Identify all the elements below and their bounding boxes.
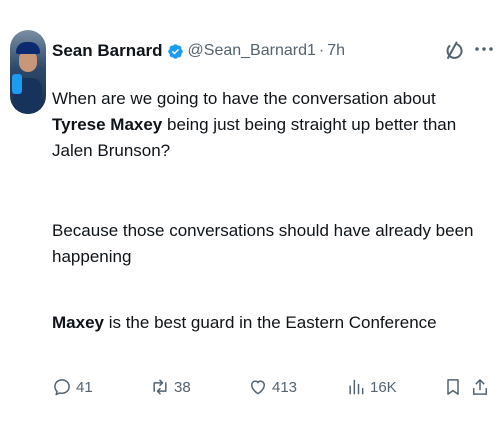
separator-dot: · [318, 42, 325, 59]
retweet-count: 38 [174, 378, 191, 396]
para1-text-start: When are we going to have the conversati… [52, 89, 436, 108]
tweet-paragraph-3: Maxey is the best guard in the Eastern C… [52, 310, 492, 336]
more-icon[interactable] [474, 44, 494, 54]
avatar-mic [12, 74, 22, 94]
heart-icon [251, 380, 265, 395]
mention-maxey: Maxey [52, 313, 104, 332]
views-button[interactable]: 16K [346, 372, 397, 402]
reply-button[interactable]: 41 [52, 372, 93, 402]
retweet-icon [153, 379, 167, 395]
tweet-paragraph-2: Because those conversations should have … [52, 221, 474, 266]
reply-icon [54, 379, 70, 396]
avatar[interactable] [10, 30, 46, 114]
action-bar: 41 38 413 16K [0, 372, 500, 402]
reply-count: 41 [76, 378, 93, 396]
avatar-cap [16, 42, 40, 54]
tweet-time[interactable]: 7h [327, 42, 345, 60]
author-name[interactable]: Sean Barnard [52, 41, 163, 61]
views-icon [349, 379, 364, 395]
tweet-card: Sean Barnard @Sean_Barnard1 · 7h When ar… [0, 0, 500, 440]
mention-tyrese-maxey: Tyrese Maxey [52, 115, 163, 134]
bookmark-button[interactable] [443, 372, 463, 402]
grok-icon[interactable] [442, 38, 466, 62]
like-count: 413 [272, 378, 298, 396]
like-button[interactable]: 413 [248, 372, 297, 402]
tweet-paragraph-1: When are we going to have the conversati… [52, 86, 492, 164]
bookmark-icon [447, 379, 459, 395]
share-button[interactable] [470, 372, 490, 402]
tweet-header: Sean Barnard @Sean_Barnard1 · 7h [52, 39, 345, 63]
retweet-button[interactable]: 38 [150, 372, 191, 402]
share-icon [473, 379, 487, 395]
verified-badge-icon [167, 43, 183, 59]
views-count: 16K [370, 378, 397, 396]
para3-text-end: is the best guard in the Eastern Confere… [103, 313, 437, 332]
author-handle[interactable]: @Sean_Barnard1 [188, 42, 316, 60]
